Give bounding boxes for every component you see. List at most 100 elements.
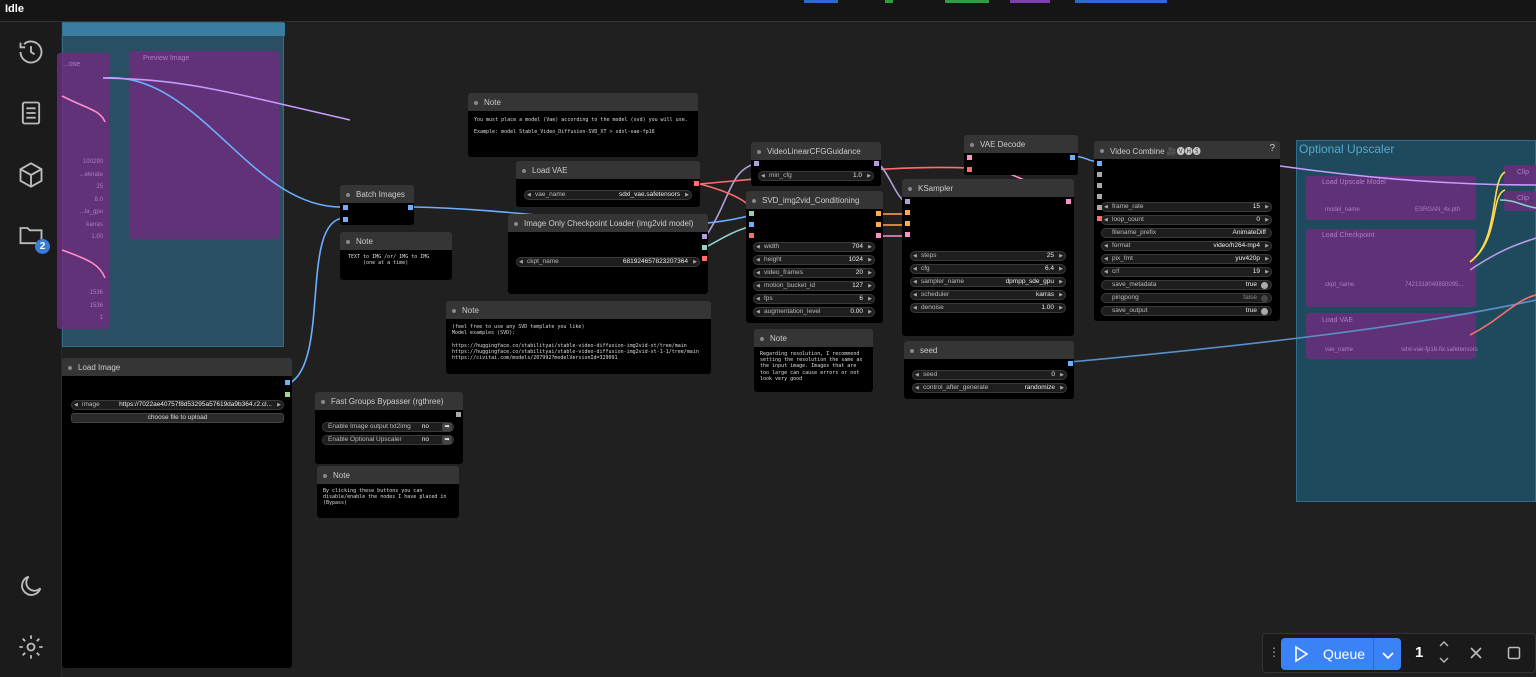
drag-handle[interactable]: ⋮: [1268, 645, 1280, 659]
input-slot[interactable]: [754, 161, 759, 166]
node-seed[interactable]: seed seed 0 control_after_generate randomi…: [904, 341, 1074, 399]
node-canvas[interactable]: ...ose 100290 ...elerate 25 8.0 ...la_gp…: [57, 22, 1536, 677]
cfg-input[interactable]: cfg 6.4: [910, 264, 1066, 274]
stop-square-icon[interactable]: [1507, 646, 1521, 662]
input-slot[interactable]: [905, 221, 910, 226]
output-slot[interactable]: [456, 412, 461, 417]
value: 1536: [89, 290, 103, 296]
upload-button[interactable]: choose file to upload: [71, 413, 284, 423]
group-txt2img[interactable]: ...ose 100290 ...elerate 25 8.0 ...la_gp…: [57, 22, 285, 347]
input-slot[interactable]: [343, 205, 348, 210]
history-icon[interactable]: [17, 38, 45, 66]
queue-button[interactable]: Queue: [1281, 638, 1401, 670]
output-slot[interactable]: [876, 211, 881, 216]
width-input[interactable]: width 704: [753, 242, 875, 252]
input-slot[interactable]: [1097, 205, 1102, 210]
node-note-vae[interactable]: Note You must place a model (Vae) accord…: [468, 93, 698, 157]
format-select[interactable]: format video/h264-mp4: [1101, 241, 1272, 251]
image-select[interactable]: image https://7022ae40757f8d53295a57619d…: [71, 400, 284, 410]
close-icon[interactable]: [1469, 646, 1483, 662]
output-slot[interactable]: [702, 256, 707, 261]
node-batch-images[interactable]: Batch Images: [340, 185, 414, 225]
ckpt-name-select[interactable]: ckpt_name 681924657823207364: [516, 257, 700, 267]
output-slot[interactable]: [408, 205, 413, 210]
node-vae-decode[interactable]: VAE Decode: [964, 135, 1078, 175]
widget-value: yuv420p: [1235, 255, 1260, 262]
input-slot[interactable]: [967, 155, 972, 160]
input-slot[interactable]: [1097, 183, 1102, 188]
augmentation-level-input[interactable]: augmentation_level 0.00: [753, 307, 875, 317]
save-output-toggle[interactable]: save_output true: [1101, 306, 1272, 316]
sampler-name-select[interactable]: sampler_name dpmpp_sde_gpu: [910, 277, 1066, 287]
help-icon[interactable]: ?: [1269, 143, 1275, 154]
control-after-generate-select[interactable]: control_after_generate randomize: [912, 383, 1067, 393]
node-note-txt2img[interactable]: Note TEXT to IMG /or/ IMG to IMG (one at…: [340, 232, 452, 280]
document-icon[interactable]: [17, 99, 45, 127]
input-slot[interactable]: [1097, 161, 1102, 166]
input-slot[interactable]: [749, 211, 754, 216]
output-slot[interactable]: [876, 222, 881, 227]
output-slot[interactable]: [694, 181, 699, 186]
node-svd-img2vid-conditioning[interactable]: SVD_img2vid_Conditioning width 704 height…: [746, 191, 883, 323]
loop-count-input[interactable]: loop_count 0: [1101, 215, 1272, 225]
pix-fmt-select[interactable]: pix_fmt yuv420p: [1101, 254, 1272, 264]
output-slot[interactable]: [285, 392, 290, 397]
vae-name-select[interactable]: vae_name sdxl_vae.safetensors: [524, 190, 692, 200]
arrow-right-icon[interactable]: ➡: [442, 423, 452, 431]
denoise-input[interactable]: denoise 1.00: [910, 303, 1066, 313]
steps-input[interactable]: steps 25: [910, 251, 1066, 261]
scheduler-select[interactable]: scheduler karras: [910, 290, 1066, 300]
frame-rate-input[interactable]: frame_rate 15: [1101, 202, 1272, 212]
height-input[interactable]: height 1024: [753, 255, 875, 265]
input-slot[interactable]: [967, 167, 972, 172]
chevron-down-icon[interactable]: [1381, 648, 1395, 664]
input-slot[interactable]: [905, 232, 910, 237]
arrow-right-icon[interactable]: ➡: [442, 436, 452, 444]
batch-count-input[interactable]: 1: [1415, 644, 1423, 661]
node-video-linear-cfg-guidance[interactable]: VideoLinearCFGGuidance min_cfg 1.0: [751, 142, 881, 186]
node-note-model-links[interactable]: Note (feel free to use any SVD template …: [446, 301, 711, 374]
decrement-icon[interactable]: [1439, 656, 1449, 666]
settings-gear-icon[interactable]: [17, 633, 45, 661]
moon-icon[interactable]: [17, 572, 45, 600]
save-metadata-toggle[interactable]: save_metadata true: [1101, 280, 1272, 290]
output-slot[interactable]: [876, 233, 881, 238]
pingpong-toggle[interactable]: pingpong false: [1101, 293, 1272, 303]
input-slot[interactable]: [343, 217, 348, 222]
cube-icon[interactable]: [17, 161, 45, 189]
crf-input[interactable]: crf 19: [1101, 267, 1272, 277]
output-slot[interactable]: [702, 234, 707, 239]
widget-label: sampler_name: [921, 278, 964, 285]
output-slot[interactable]: [1066, 199, 1071, 204]
fps-input[interactable]: fps 6: [753, 294, 875, 304]
node-image-only-checkpoint-loader[interactable]: Image Only Checkpoint Loader (img2vid mo…: [508, 214, 708, 294]
motion-bucket-input[interactable]: motion_bucket_id 127: [753, 281, 875, 291]
input-slot[interactable]: [1097, 216, 1102, 221]
increment-icon[interactable]: [1439, 640, 1449, 650]
input-slot[interactable]: [749, 233, 754, 238]
input-slot[interactable]: [905, 199, 910, 204]
output-slot[interactable]: [285, 380, 290, 385]
node-note-resolution[interactable]: Note Regarding resolution, I recommend s…: [754, 329, 873, 392]
group-optional-upscaler[interactable]: Optional Upscaler Load Upscale Model mod…: [1296, 140, 1536, 502]
node-fast-groups-bypasser[interactable]: Fast Groups Bypasser (rgthree) Enable Im…: [315, 392, 463, 464]
input-slot[interactable]: [749, 222, 754, 227]
input-slot[interactable]: [905, 210, 910, 215]
node-load-vae[interactable]: Load VAE vae_name sdxl_vae.safetensors: [516, 161, 700, 207]
node-load-image[interactable]: Load Image image https://7022ae40757f8d5…: [62, 358, 292, 668]
node-note-bypass[interactable]: Note By clicking these buttons you can d…: [317, 466, 459, 518]
node-video-combine[interactable]: Video Combine 🎥🅥🅗🅢 ? frame_rate 15 loop_c…: [1094, 141, 1280, 321]
output-slot[interactable]: [1068, 361, 1073, 366]
output-slot[interactable]: [1070, 155, 1075, 160]
input-slot[interactable]: [1097, 194, 1102, 199]
input-slot[interactable]: [1097, 172, 1102, 177]
min-cfg-input[interactable]: min_cfg 1.0: [758, 171, 874, 181]
seed-input[interactable]: seed 0: [912, 370, 1067, 380]
output-slot[interactable]: [874, 161, 879, 166]
toggle-optional-upscaler[interactable]: Enable Optional Upscaler no ➡: [322, 435, 454, 445]
node-ksampler[interactable]: KSampler steps 25 cfg 6.4 sampler_name dpmp…: [902, 179, 1074, 336]
toggle-image-output[interactable]: Enable Image output txt2img no ➡: [322, 422, 454, 432]
output-slot[interactable]: [702, 245, 707, 250]
video-frames-input[interactable]: video_frames 20: [753, 268, 875, 278]
filename-prefix-input[interactable]: filename_prefix AnimateDiff: [1101, 228, 1272, 238]
